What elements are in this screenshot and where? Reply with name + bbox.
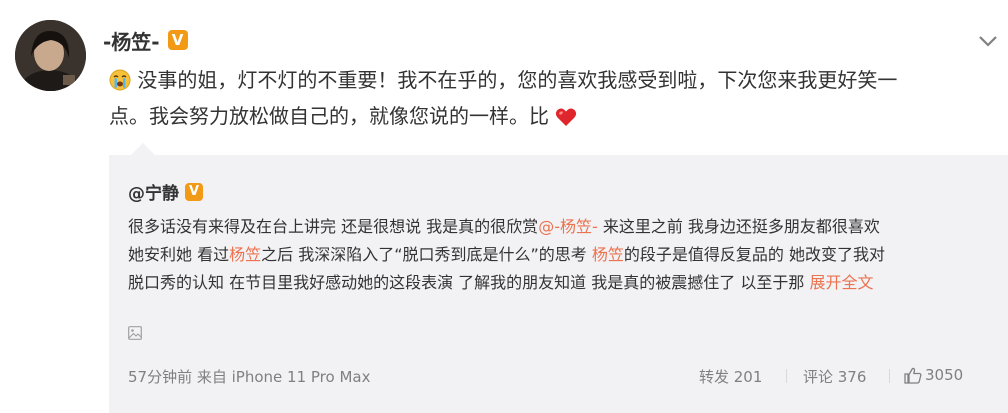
repost-text-segment: 来这里之前 我身边还挺多朋友都很喜欢	[597, 217, 880, 236]
mention-link[interactable]: @-杨笠-	[538, 217, 598, 236]
author-name[interactable]: -杨笠-	[103, 26, 160, 55]
repost-author: @宁静 V	[128, 179, 203, 204]
verified-badge-icon: V	[185, 182, 203, 201]
action-bar: 转发 201 评论 376 3050	[699, 366, 969, 386]
like-count: 3050	[925, 366, 964, 384]
divider	[786, 369, 787, 383]
avatar[interactable]	[15, 20, 86, 91]
chevron-down-icon[interactable]	[977, 33, 999, 49]
repost-text-line-1: 很多话没有来得及在台上讲完 还是很想说 我是真的很欣赏@-杨笠- 来这里之前 我…	[128, 213, 988, 241]
thumbs-up-icon	[904, 367, 922, 384]
name-link[interactable]: 杨笠	[592, 245, 624, 264]
repost-text-line-2: 她安利她 看过杨笠之后 我深深陷入了“脱口秀到底是什么”的思考 杨笠的段子是值得…	[128, 241, 988, 269]
repost-card: @宁静 V 很多话没有来得及在台上讲完 还是很想说 我是真的很欣赏@-杨笠- 来…	[109, 155, 1008, 413]
repost-caret	[131, 143, 155, 155]
repost-text-segment: 很多话没有来得及在台上讲完 还是很想说 我是真的很欣赏	[128, 217, 539, 236]
post-text: 没事的姐，灯不灯的不重要！我不在乎的，您的喜欢我感受到啦，下次您来我更好笑一 点…	[109, 62, 989, 134]
repost-author-name[interactable]: @宁静	[128, 179, 179, 204]
post-text-line-1-text: 没事的姐，灯不灯的不重要！我不在乎的，您的喜欢我感受到啦，下次您来我更好笑一	[137, 68, 898, 92]
post-text-line-2: 点。我会努力放松做自己的，就像您说的一样。比	[109, 98, 989, 134]
repost-text-segment: 的段子是值得反复品的 她改变了我对	[623, 245, 885, 264]
comment-button[interactable]: 评论 376	[803, 366, 866, 387]
picture-icon[interactable]	[128, 326, 142, 340]
repost-text-segment: 脱口秀的认知 在节目里我好感动她的这段表演 了解我的朋友知道 我是真的被震撼住了…	[128, 273, 810, 292]
name-link[interactable]: 杨笠	[229, 245, 261, 264]
post-author: -杨笠- V	[103, 26, 188, 54]
post-meta: 57分钟前 来自 iPhone 11 Pro Max	[128, 368, 371, 386]
repost-text-line-3: 脱口秀的认知 在节目里我好感动她的这段表演 了解我的朋友知道 我是真的被震撼住了…	[128, 269, 988, 297]
repost-text-segment: 她安利她 看过	[128, 245, 230, 264]
sob-emoji-icon	[109, 69, 131, 91]
divider	[889, 369, 890, 383]
repost-text-segment: 之后 我深深陷入了“脱口秀到底是什么”的思考	[261, 245, 592, 264]
expand-full-text-link[interactable]: 展开全文	[809, 273, 873, 292]
red-heart-icon	[556, 108, 577, 126]
forward-button[interactable]: 转发 201	[699, 366, 762, 387]
post-text-line-1: 没事的姐，灯不灯的不重要！我不在乎的，您的喜欢我感受到啦，下次您来我更好笑一	[109, 62, 989, 98]
like-button[interactable]: 3050	[904, 366, 963, 384]
repost-text: 很多话没有来得及在台上讲完 还是很想说 我是真的很欣赏@-杨笠- 来这里之前 我…	[128, 213, 988, 297]
post-text-line-2-text: 点。我会努力放松做自己的，就像您说的一样。比	[109, 104, 549, 128]
verified-badge-icon: V	[167, 30, 188, 50]
